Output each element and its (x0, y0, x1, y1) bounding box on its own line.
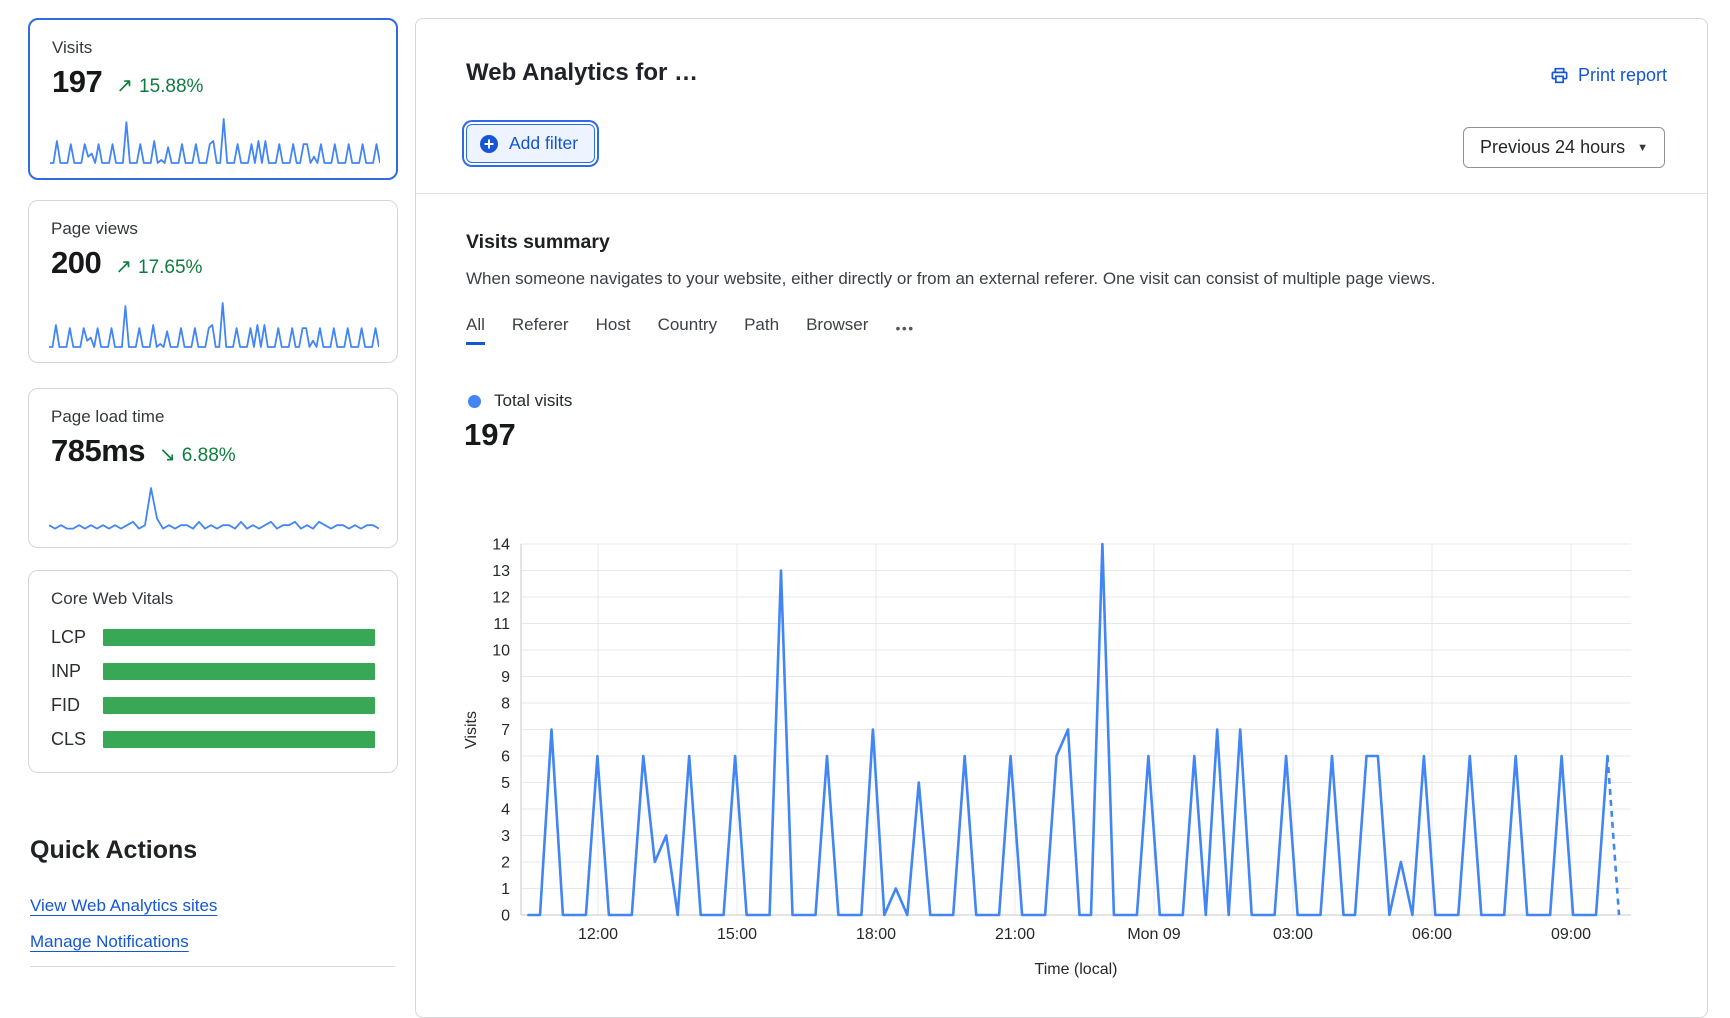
tab-country[interactable]: Country (658, 315, 718, 345)
cwv-metric-label: FID (51, 695, 103, 716)
page-load-sparkline (49, 483, 379, 535)
cwv-row-lcp: LCP (51, 627, 375, 648)
trend-up-icon: ↗ (115, 254, 132, 279)
y-tick-label: 6 (501, 749, 510, 766)
y-tick-label: 4 (501, 802, 510, 819)
trend-percent: 15.88% (139, 76, 203, 98)
trend-percent: 17.65% (138, 257, 202, 279)
cwv-green-bar (103, 731, 375, 748)
x-tick-label: 12:00 (578, 926, 618, 943)
legend-label: Total visits (494, 391, 572, 411)
x-tick-label: 21:00 (995, 926, 1035, 943)
plus-circle-icon (479, 134, 499, 154)
y-axis-title: Visits (463, 711, 480, 749)
y-tick-label: 14 (492, 537, 510, 554)
trend-down-icon: ↘ (159, 442, 176, 467)
page-title: Web Analytics for … (466, 59, 698, 87)
view-web-analytics-sites-link[interactable]: View Web Analytics sites (30, 896, 217, 916)
y-tick-label: 5 (501, 775, 510, 792)
cwv-row-inp: INP (51, 661, 375, 682)
y-tick-label: 9 (501, 669, 510, 686)
tab-path[interactable]: Path (744, 315, 779, 345)
y-tick-label: 12 (492, 590, 510, 607)
x-tick-label: 03:00 (1273, 926, 1313, 943)
metric-trend: ↗ 15.88% (116, 73, 203, 98)
cwv-green-bar (103, 663, 375, 680)
dimension-tabs: All Referer Host Country Path Browser ••… (466, 315, 915, 345)
metric-label: Page load time (51, 407, 375, 427)
time-range-dropdown[interactable]: Previous 24 hours ▼ (1463, 127, 1665, 168)
y-tick-label: 13 (492, 563, 510, 580)
metric-label: Visits (52, 38, 374, 58)
cwv-metric-label: LCP (51, 627, 103, 648)
print-report-label: Print report (1578, 65, 1667, 86)
y-tick-label: 7 (501, 722, 510, 739)
core-web-vitals-card[interactable]: Core Web Vitals LCP INP FID CLS (28, 570, 398, 773)
printer-icon (1549, 65, 1570, 86)
y-tick-label: 8 (501, 696, 510, 713)
sidebar-divider (30, 966, 395, 967)
total-visits-value: 197 (464, 417, 516, 453)
tab-all[interactable]: All (466, 315, 485, 345)
y-tick-label: 1 (501, 881, 510, 898)
y-tick-label: 0 (501, 908, 510, 925)
web-analytics-panel: Web Analytics for … Print report Add fil… (415, 18, 1708, 1018)
cwv-green-bar (103, 697, 375, 714)
manage-notifications-link[interactable]: Manage Notifications (30, 932, 189, 952)
metric-card-visits[interactable]: Visits 197 ↗ 15.88% (28, 18, 398, 180)
y-tick-label: 10 (492, 643, 510, 660)
x-axis-title: Time (local) (1035, 961, 1118, 978)
legend-dot-icon (468, 395, 481, 408)
more-tabs-icon[interactable]: ••• (895, 320, 914, 345)
tab-host[interactable]: Host (596, 315, 631, 345)
metric-label: Page views (51, 219, 375, 239)
metric-value: 785ms (51, 433, 145, 469)
x-tick-label: Mon 09 (1127, 926, 1180, 943)
visits-summary-title: Visits summary (466, 231, 610, 254)
chart-legend: Total visits (468, 391, 572, 411)
visits-sparkline (50, 114, 380, 166)
cwv-metric-label: INP (51, 661, 103, 682)
add-filter-button[interactable]: Add filter (466, 124, 595, 163)
visits-summary-description: When someone navigates to your website, … (466, 269, 1435, 289)
chevron-down-icon: ▼ (1637, 142, 1648, 154)
x-tick-label: 06:00 (1412, 926, 1452, 943)
tab-browser[interactable]: Browser (806, 315, 868, 345)
y-tick-label: 3 (501, 828, 510, 845)
tab-referer[interactable]: Referer (512, 315, 569, 345)
x-tick-label: 18:00 (856, 926, 896, 943)
visits-line-chart: 12:00 15:00 18:00 21:00 Mon 09 03:00 06:00 09:0… (456, 524, 1696, 984)
time-range-value: Previous 24 hours (1480, 137, 1625, 158)
sparkline-path (50, 119, 380, 163)
x-tick-label: 09:00 (1551, 926, 1591, 943)
metric-card-page-views[interactable]: Page views 200 ↗ 17.65% (28, 200, 398, 363)
metric-value: 197 (52, 64, 102, 100)
sparkline-path (49, 488, 379, 529)
x-tick-label: 15:00 (717, 926, 757, 943)
metric-trend: ↘ 6.88% (159, 442, 236, 467)
cwv-row-fid: FID (51, 695, 375, 716)
metric-value: 200 (51, 245, 101, 281)
y-tick-label: 2 (501, 855, 510, 872)
print-report-link[interactable]: Print report (1549, 65, 1667, 86)
cwv-green-bar (103, 629, 375, 646)
trend-up-icon: ↗ (116, 73, 133, 98)
page-views-sparkline (49, 298, 379, 350)
y-tick-label: 11 (493, 616, 510, 633)
trend-percent: 6.88% (182, 445, 236, 467)
cwv-row-cls: CLS (51, 729, 375, 750)
quick-actions-title: Quick Actions (30, 836, 197, 865)
sparkline-path (49, 303, 379, 347)
cwv-metric-label: CLS (51, 729, 103, 750)
core-web-vitals-title: Core Web Vitals (51, 589, 375, 609)
metric-card-page-load-time[interactable]: Page load time 785ms ↘ 6.88% (28, 388, 398, 548)
add-filter-label: Add filter (509, 133, 578, 154)
metric-trend: ↗ 17.65% (115, 254, 202, 279)
header-divider (416, 193, 1707, 194)
